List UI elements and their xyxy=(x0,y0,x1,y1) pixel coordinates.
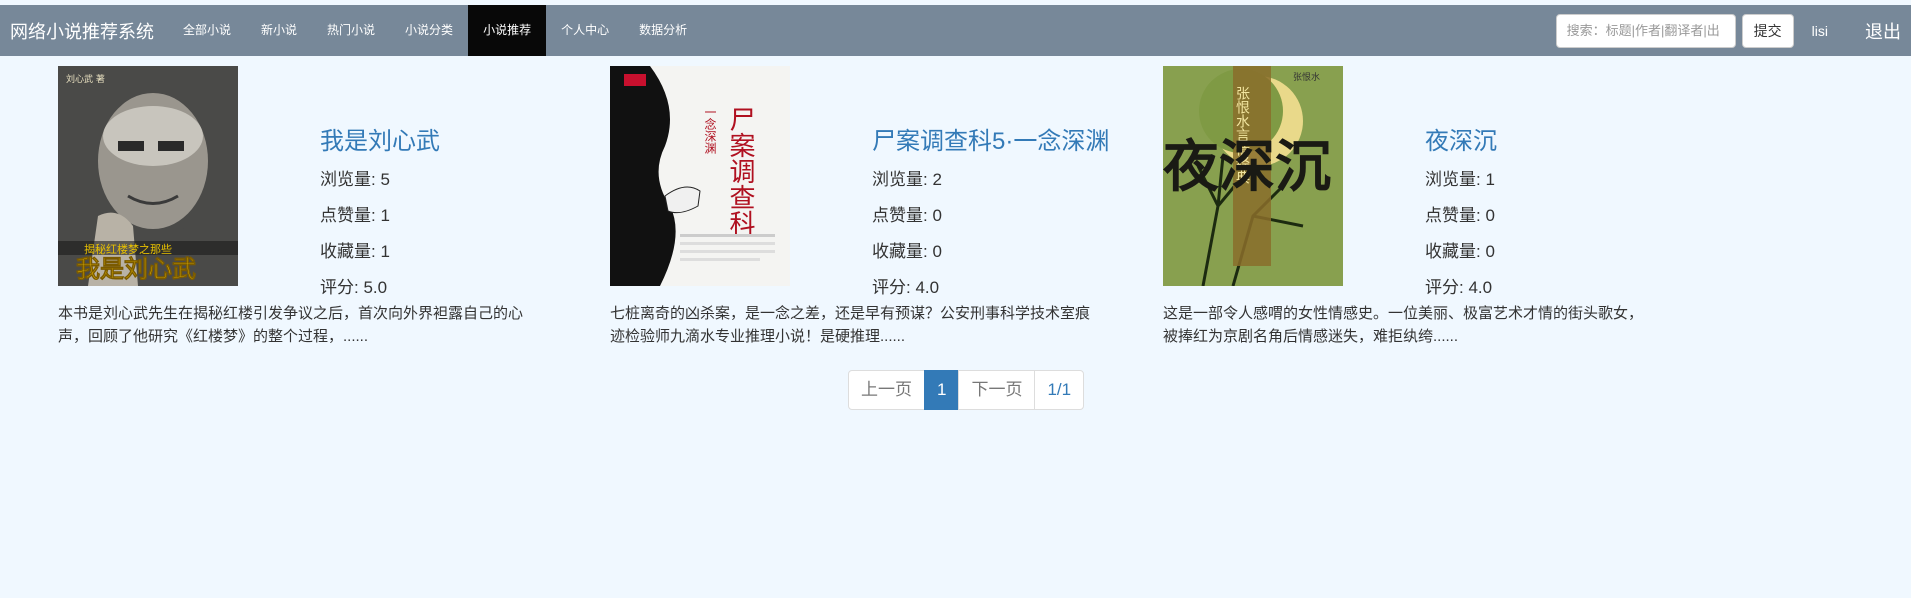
views-stat: 浏览量: 1 xyxy=(1425,162,1497,198)
likes-value: 0 xyxy=(1485,206,1495,225)
score-value: 4.0 xyxy=(1468,278,1493,297)
search-input[interactable] xyxy=(1555,13,1736,48)
nav-item-categories[interactable]: 小说分类 xyxy=(390,5,468,56)
views-value: 2 xyxy=(932,170,942,189)
likes-stat: 点赞量: 0 xyxy=(872,198,1109,234)
submit-button[interactable]: 提交 xyxy=(1741,13,1794,48)
score-stat: 评分: 4.0 xyxy=(872,270,1109,306)
book-info: 我是刘心武 浏览量: 5 点赞量: 1 收藏量: 1 评分: 5.0 xyxy=(320,121,440,306)
favorites-value: 0 xyxy=(932,242,942,261)
book-title-link[interactable]: 我是刘心武 xyxy=(320,121,440,156)
favorites-stat: 收藏量: 1 xyxy=(320,234,440,270)
top-navbar: 网络小说推荐系统 全部小说 新小说 热门小说 小说分类 小说推荐 个人中心 数据… xyxy=(0,5,1911,56)
score-stat: 评分: 4.0 xyxy=(1425,270,1497,306)
book-cover[interactable]: 尸案调查科 一念深渊 xyxy=(610,66,790,286)
book-description: 七桩离奇的凶杀案，是一念之差，还是早有预谋？公安刑事科学技术室痕迹检验师九滴水专… xyxy=(610,305,1091,345)
score-value: 5.0 xyxy=(363,278,388,297)
book-title-link[interactable]: 夜深沉 xyxy=(1425,121,1497,156)
nav-item-recommendations[interactable]: 小说推荐 xyxy=(468,5,547,56)
favorites-label: 收藏量: xyxy=(320,242,376,261)
nav-item-personal-center[interactable]: 个人中心 xyxy=(546,5,624,56)
views-label: 浏览量: xyxy=(320,170,376,189)
book-cover[interactable]: 揭秘红楼梦之那些 我是刘心武 刘心武 著 xyxy=(58,66,238,286)
likes-label: 点赞量: xyxy=(320,206,376,225)
book-description: 本书是刘心武先生在揭秘红楼引发争议之后，首次向外界袒露自己的心声，回顾了他研究《… xyxy=(58,305,524,345)
cover-title-text: 夜深沉 xyxy=(1163,134,1331,200)
favorites-stat: 收藏量: 0 xyxy=(1425,234,1497,270)
page-count[interactable]: 1/1 xyxy=(1034,370,1085,410)
username-link[interactable]: lisi xyxy=(1812,23,1828,39)
logout-link[interactable]: 退出 xyxy=(1865,18,1901,44)
book-info: 夜深沉 浏览量: 1 点赞量: 0 收藏量: 0 评分: 4.0 xyxy=(1425,121,1497,306)
navbar-right: 提交 lisi 退出 xyxy=(1555,5,1911,56)
views-label: 浏览量: xyxy=(872,170,928,189)
likes-value: 1 xyxy=(380,206,390,225)
nav-item-new-novels[interactable]: 新小说 xyxy=(246,5,312,56)
cover-title-text: 尸案调查科 xyxy=(725,106,755,236)
favorites-label: 收藏量: xyxy=(872,242,928,261)
score-label: 评分: xyxy=(872,278,911,297)
book-cover[interactable]: 张恨水言情经典 张恨水 夜深沉 xyxy=(1163,66,1343,286)
book-title-link[interactable]: 尸案调查科5·一念深渊 xyxy=(872,121,1109,156)
views-stat: 浏览量: 5 xyxy=(320,162,440,198)
cover-author-text: 刘心武 著 xyxy=(66,73,105,85)
score-stat: 评分: 5.0 xyxy=(320,270,440,306)
score-label: 评分: xyxy=(320,278,359,297)
book-cover-image: 张恨水言情经典 张恨水 夜深沉 xyxy=(1163,66,1343,286)
favorites-label: 收藏量: xyxy=(1425,242,1481,261)
favorites-value: 1 xyxy=(380,242,390,261)
views-stat: 浏览量: 2 xyxy=(872,162,1109,198)
book-card: 揭秘红楼梦之那些 我是刘心武 刘心武 著 我是刘心武 浏览量: 5 点赞量: 1… xyxy=(58,66,558,351)
score-label: 评分: xyxy=(1425,278,1464,297)
book-description: 这是一部令人感喟的女性情感史。一位美丽、极富艺术才情的街头歌女，被捧红为京剧名角… xyxy=(1163,305,1644,345)
book-cover-image: 尸案调查科 一念深渊 xyxy=(610,66,790,286)
nav-item-hot-novels[interactable]: 热门小说 xyxy=(312,5,390,56)
brand-title[interactable]: 网络小说推荐系统 xyxy=(0,18,168,44)
likes-label: 点赞量: xyxy=(872,206,928,225)
book-card: 尸案调查科 一念深渊 尸案调查科5·一念深渊 浏览量: 2 点赞量: 0 收藏量… xyxy=(610,66,1110,351)
book-card: 张恨水言情经典 张恨水 夜深沉 夜深沉 浏览量: 1 点赞量: 0 收藏量: 0… xyxy=(1163,66,1663,351)
prev-page-button[interactable]: 上一页 xyxy=(848,370,925,410)
cover-author-text: 张恨水 xyxy=(1293,71,1320,83)
main-nav: 全部小说 新小说 热门小说 小说分类 小说推荐 个人中心 数据分析 xyxy=(168,5,702,56)
cover-subtitle-text: 一念深渊 xyxy=(703,106,717,154)
book-info: 尸案调查科5·一念深渊 浏览量: 2 点赞量: 0 收藏量: 0 评分: 4.0 xyxy=(872,121,1109,306)
cover-title-text: 我是刘心武 xyxy=(76,255,196,283)
likes-stat: 点赞量: 0 xyxy=(1425,198,1497,234)
views-value: 5 xyxy=(380,170,390,189)
nav-item-all-novels[interactable]: 全部小说 xyxy=(168,5,246,56)
book-cover-image: 揭秘红楼梦之那些 我是刘心武 刘心武 著 xyxy=(58,66,238,286)
views-label: 浏览量: xyxy=(1425,170,1481,189)
likes-label: 点赞量: xyxy=(1425,206,1481,225)
pagination: 上一页 1 下一页 1/1 xyxy=(848,370,1085,410)
next-page-button[interactable]: 下一页 xyxy=(958,370,1036,410)
cover-subtitle-text: 揭秘红楼梦之那些 xyxy=(84,242,172,256)
score-value: 4.0 xyxy=(915,278,940,297)
likes-stat: 点赞量: 1 xyxy=(320,198,440,234)
favorites-stat: 收藏量: 0 xyxy=(872,234,1109,270)
nav-item-data-analysis[interactable]: 数据分析 xyxy=(624,5,702,56)
views-value: 1 xyxy=(1485,170,1495,189)
favorites-value: 0 xyxy=(1485,242,1495,261)
page-number-current[interactable]: 1 xyxy=(924,370,960,410)
likes-value: 0 xyxy=(932,206,942,225)
